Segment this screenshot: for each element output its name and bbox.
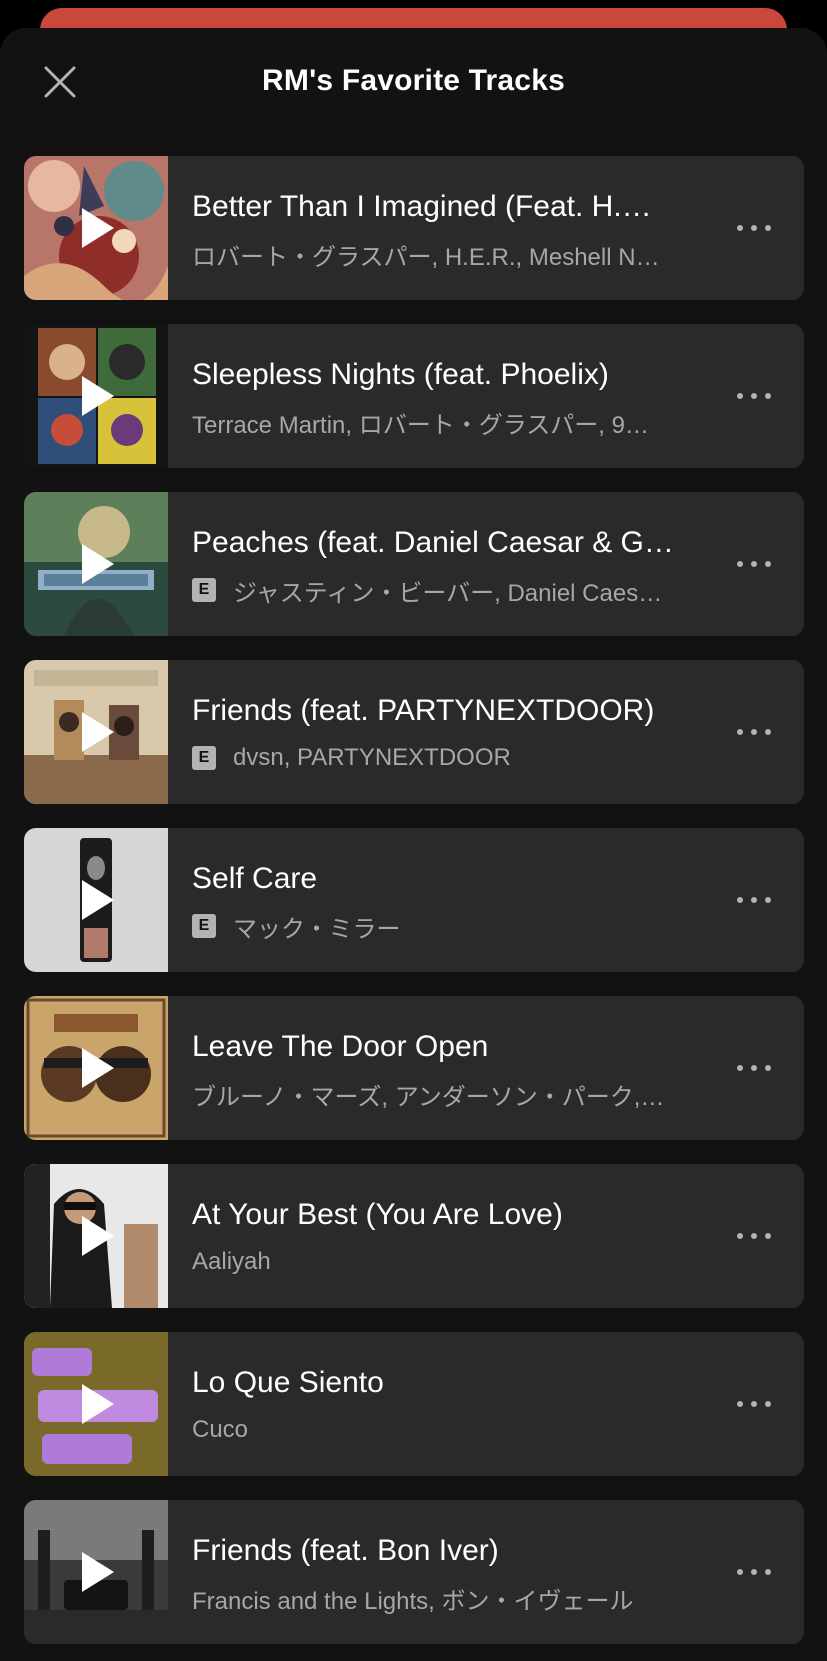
more-options-icon <box>737 1065 771 1071</box>
track-info: Lo Que Siento Cuco <box>192 1332 712 1476</box>
track-artists: ジャスティン・ビーバー, Daniel Caes… <box>233 579 663 607</box>
track-row[interactable]: Friends (feat. Bon Iver) Francis and the… <box>24 1500 804 1644</box>
artist-row: Francis and the Lights, ボン・イヴェール <box>192 1582 712 1615</box>
more-options-button[interactable] <box>732 880 776 920</box>
play-icon <box>82 1216 114 1256</box>
track-info: Friends (feat. Bon Iver) Francis and the… <box>192 1500 712 1644</box>
track-title: Better Than I Imagined (Feat. H.… <box>192 190 652 223</box>
play-button[interactable] <box>80 1046 116 1090</box>
track-title: Sleepless Nights (feat. Phoelix) <box>192 358 609 391</box>
artist-row: ブルーノ・マーズ, アンダーソン・パーク,… <box>192 1078 712 1111</box>
track-artists: マック・ミラー <box>233 915 401 943</box>
track-artists: ロバート・グラスパー, H.E.R., Meshell N… <box>192 243 660 271</box>
play-button[interactable] <box>80 1214 116 1258</box>
artist-row: Terrace Martin, ロバート・グラスパー, 9… <box>192 406 712 439</box>
play-button[interactable] <box>80 542 116 586</box>
artist-row: ロバート・グラスパー, H.E.R., Meshell N… <box>192 238 712 271</box>
track-artists: Francis and the Lights, ボン・イヴェール <box>192 1587 634 1615</box>
more-options-icon <box>737 225 771 231</box>
track-title: Friends (feat. Bon Iver) <box>192 1534 499 1567</box>
explicit-badge: E <box>192 914 216 938</box>
more-options-icon <box>737 1569 771 1575</box>
more-options-button[interactable] <box>732 1552 776 1592</box>
track-info: Sleepless Nights (feat. Phoelix) Terrace… <box>192 324 712 468</box>
track-artists: ブルーノ・マーズ, アンダーソン・パーク,… <box>192 1083 665 1111</box>
track-artists: Terrace Martin, ロバート・グラスパー, 9… <box>192 411 649 439</box>
track-row[interactable]: Leave The Door Open ブルーノ・マーズ, アンダーソン・パーク… <box>24 996 804 1140</box>
play-icon <box>82 1048 114 1088</box>
play-button[interactable] <box>80 1550 116 1594</box>
play-button[interactable] <box>80 206 116 250</box>
play-button[interactable] <box>80 1382 116 1426</box>
more-options-button[interactable] <box>732 712 776 752</box>
track-info: Peaches (feat. Daniel Caesar & G… E ジャステ… <box>192 492 712 636</box>
play-button[interactable] <box>80 374 116 418</box>
artist-row: Aaliyah <box>192 1246 712 1278</box>
track-row[interactable]: Sleepless Nights (feat. Phoelix) Terrace… <box>24 324 804 468</box>
track-artists: dvsn, PARTYNEXTDOOR <box>233 744 511 771</box>
explicit-badge: E <box>192 578 216 602</box>
play-icon <box>82 1384 114 1424</box>
track-title: Self Care <box>192 862 318 895</box>
play-icon <box>82 712 114 752</box>
track-title: Lo Que Siento <box>192 1366 384 1399</box>
more-options-button[interactable] <box>732 1384 776 1424</box>
more-options-icon <box>737 393 771 399</box>
more-options-button[interactable] <box>732 376 776 416</box>
track-artists: Cuco <box>192 1416 249 1443</box>
track-title: Leave The Door Open <box>192 1030 489 1063</box>
track-row[interactable]: Lo Que Siento Cuco <box>24 1332 804 1476</box>
more-options-icon <box>737 1233 771 1239</box>
more-options-icon <box>737 561 771 567</box>
more-options-icon <box>737 729 771 735</box>
play-icon <box>82 880 114 920</box>
play-icon <box>82 376 114 416</box>
sheet-header: RM's Favorite Tracks <box>0 28 827 140</box>
track-list: Better Than I Imagined (Feat. H.… ロバート・グ… <box>24 156 804 1661</box>
more-options-icon <box>737 1401 771 1407</box>
play-button[interactable] <box>80 710 116 754</box>
track-info: Friends (feat. PARTYNEXTDOOR) E dvsn, PA… <box>192 660 712 804</box>
sheet-title: RM's Favorite Tracks <box>262 64 565 97</box>
bottom-sheet: RM's Favorite Tracks Better Than I Imagi… <box>0 28 827 1661</box>
track-title: Peaches (feat. Daniel Caesar & G… <box>192 526 674 559</box>
more-options-button[interactable] <box>732 544 776 584</box>
track-row[interactable]: Peaches (feat. Daniel Caesar & G… E ジャステ… <box>24 492 804 636</box>
track-info: Self Care E マック・ミラー <box>192 828 712 972</box>
track-row[interactable]: Self Care E マック・ミラー <box>24 828 804 972</box>
artist-row: Cuco <box>192 1414 712 1446</box>
track-row[interactable]: Better Than I Imagined (Feat. H.… ロバート・グ… <box>24 156 804 300</box>
play-icon <box>82 1552 114 1592</box>
track-info: At Your Best (You Are Love) Aaliyah <box>192 1164 712 1308</box>
track-info: Better Than I Imagined (Feat. H.… ロバート・グ… <box>192 156 712 300</box>
artist-row: E ジャスティン・ビーバー, Daniel Caes… <box>192 574 712 607</box>
explicit-badge: E <box>192 746 216 770</box>
track-row[interactable]: At Your Best (You Are Love) Aaliyah <box>24 1164 804 1308</box>
track-info: Leave The Door Open ブルーノ・マーズ, アンダーソン・パーク… <box>192 996 712 1140</box>
artist-row: E マック・ミラー <box>192 910 712 943</box>
artist-row: E dvsn, PARTYNEXTDOOR <box>192 742 712 774</box>
more-options-icon <box>737 897 771 903</box>
track-artists: Aaliyah <box>192 1248 271 1275</box>
track-title: At Your Best (You Are Love) <box>192 1198 563 1231</box>
more-options-button[interactable] <box>732 1048 776 1088</box>
play-icon <box>82 544 114 584</box>
more-options-button[interactable] <box>732 208 776 248</box>
track-title: Friends (feat. PARTYNEXTDOOR) <box>192 694 655 727</box>
play-icon <box>82 208 114 248</box>
track-row[interactable]: Friends (feat. PARTYNEXTDOOR) E dvsn, PA… <box>24 660 804 804</box>
play-button[interactable] <box>80 878 116 922</box>
more-options-button[interactable] <box>732 1216 776 1256</box>
